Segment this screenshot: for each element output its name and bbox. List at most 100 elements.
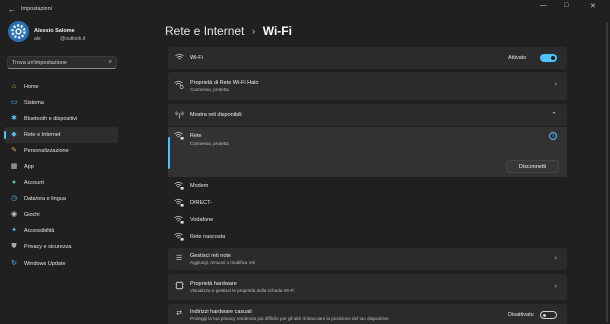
network-item[interactable]: Rete nascosta: [168, 229, 567, 246]
network-properties-card[interactable]: Proprietà di Rete Wi-Fi Halo Connessa, p…: [168, 72, 567, 100]
sidebar-item-rete-e-internet[interactable]: ◆ Rete e Internet: [4, 127, 118, 144]
sidebar-item-label: Personalizzazione: [24, 147, 69, 154]
antenna-icon: [174, 110, 184, 120]
connected-network-name: Rete: [190, 133, 202, 139]
wifi-secure-icon: [174, 198, 184, 208]
network-item[interactable]: DIRECT-: [168, 195, 567, 212]
wifi-label: Wi-Fi: [190, 55, 203, 61]
gear-avatar-icon: [8, 21, 29, 42]
hardware-properties-subtitle: Visualizza e gestisci le proprietà della…: [190, 288, 295, 293]
connected-network-card[interactable]: Rete Connessa, protetta i Disconnetti: [168, 127, 567, 177]
random-mac-title: Indirizzi hardware casuali: [190, 309, 252, 315]
wifi-secure-icon: [174, 215, 184, 225]
sidebar-item-giochi[interactable]: ◉ Giochi: [4, 208, 118, 224]
chevron-right-icon: ›: [554, 81, 557, 88]
wifi-properties-icon: [174, 80, 184, 90]
chevron-up-icon: ⌃: [551, 112, 557, 119]
random-mac-toggle[interactable]: [540, 311, 557, 319]
app-title: Impostazioni: [21, 6, 52, 12]
network-name: DIRECT-: [190, 200, 212, 206]
wifi-icon: [174, 53, 184, 63]
random-mac-state-label: Disattivato: [508, 312, 534, 318]
search-box[interactable]: ⌕: [7, 56, 117, 69]
network-properties-subtitle: Connessa, protetta: [190, 87, 229, 92]
sidebar-item-data-ora-e-lingua[interactable]: ◷ Data/ora e lingua: [4, 192, 118, 208]
sidebar-item-home[interactable]: ⌂ Home: [4, 79, 118, 95]
available-networks-header[interactable]: Mostra reti disponibili ⌃: [168, 104, 567, 126]
network-properties-title: Proprietà di Rete Wi-Fi Halo: [190, 80, 259, 86]
list-icon: ☰: [175, 255, 183, 262]
sidebar-item-label: Accessibilità: [24, 228, 55, 235]
maximize-button[interactable]: □: [564, 2, 568, 9]
hardware-properties-title: Proprietà hardware: [190, 281, 237, 287]
search-input[interactable]: [12, 59, 102, 67]
sidebar-item-label: Home: [24, 83, 39, 90]
sidebar-item-label: Data/ora e lingua: [24, 196, 66, 203]
back-arrow-icon[interactable]: ←: [8, 5, 16, 14]
random-mac-subtitle: Proteggi la tua privacy rendendo più dif…: [190, 316, 389, 321]
network-item[interactable]: Vodafone: [168, 212, 567, 229]
selection-indicator: [168, 137, 170, 169]
minimize-button[interactable]: —: [540, 2, 547, 9]
network-icon: ◆: [11, 130, 17, 138]
sidebar-item-app[interactable]: ▦ App: [4, 159, 118, 175]
network-name: Rete nascosta: [190, 234, 226, 240]
brush-icon: ✎: [11, 146, 17, 154]
home-icon: ⌂: [11, 82, 17, 90]
title-bar: ← Impostazioni — □ ✕: [0, 0, 610, 20]
sidebar-item-label: Account: [24, 180, 44, 187]
scrollbar[interactable]: [606, 22, 608, 322]
gamepad-icon: ◉: [10, 211, 18, 219]
sidebar-item-label: Privacy e sicurezza: [24, 244, 72, 251]
chip-icon: [174, 281, 184, 291]
random-arrows-icon: ⇄: [176, 310, 182, 317]
info-icon[interactable]: i: [549, 132, 557, 140]
manage-networks-card[interactable]: ☰ Gestisci reti note Aggiungi, rimuovi o…: [168, 248, 567, 270]
wifi-toggle-card[interactable]: Wi-Fi Attivato: [168, 47, 567, 69]
sidebar-item-personalizzazione[interactable]: ✎ Personalizzazione: [4, 143, 118, 159]
available-networks-title: Mostra reti disponibili: [190, 112, 242, 118]
breadcrumb: Rete e Internet › Wi-Fi: [165, 24, 292, 38]
wifi-secure-icon: [174, 232, 184, 242]
disconnect-button[interactable]: Disconnetti: [506, 160, 559, 173]
sidebar-item-label: Rete e Internet: [24, 131, 61, 138]
network-name: Vodafone: [190, 217, 214, 223]
hardware-properties-card[interactable]: Proprietà hardware Visualizza e gestisci…: [168, 274, 567, 300]
sidebar-item-windows-update[interactable]: ↻ Windows Update: [4, 256, 118, 272]
manage-networks-title: Gestisci reti note: [190, 253, 231, 259]
sidebar-item-account[interactable]: ● Account: [4, 176, 118, 192]
sidebar-nav: ⌂ Home ▭ Sistema ✱ Bluetooth e dispositivi ◆ Re…: [4, 79, 118, 272]
wifi-state-label: Attivato: [508, 55, 527, 61]
wifi-secure-icon: [174, 181, 184, 191]
sidebar-item-label: Bluetooth e dispositivi: [24, 115, 78, 122]
monitor-icon: ▭: [10, 98, 18, 106]
account-icon: ●: [11, 179, 17, 187]
chevron-right-icon: ›: [554, 255, 557, 262]
manage-networks-subtitle: Aggiungi, rimuovi o modifica reti: [190, 260, 256, 265]
search-icon[interactable]: ⌕: [109, 59, 112, 66]
bluetooth-icon: ✱: [11, 114, 17, 122]
page-title: Wi-Fi: [262, 24, 292, 38]
wifi-toggle[interactable]: [540, 54, 557, 62]
close-button[interactable]: ✕: [590, 2, 596, 10]
random-mac-card[interactable]: ⇄ Indirizzi hardware casuali Proteggi la…: [168, 304, 567, 324]
chevron-right-icon: ›: [554, 283, 557, 290]
user-email: ale @outlook.it: [34, 36, 86, 42]
sidebar-item-label: Windows Update: [24, 260, 66, 267]
sidebar-item-label: Sistema: [24, 99, 44, 106]
network-item[interactable]: Modem: [168, 178, 567, 195]
clock-globe-icon: ◷: [10, 195, 18, 203]
sidebar-item-privacy-e-sicurezza[interactable]: ⛊ Privacy e sicurezza: [4, 240, 118, 256]
sidebar-item-accessibilit[interactable]: ✦ Accessibilità: [4, 224, 118, 240]
sidebar-item-bluetooth-e-dispositivi[interactable]: ✱ Bluetooth e dispositivi: [4, 111, 118, 127]
network-name: Modem: [190, 183, 209, 189]
breadcrumb-separator: ›: [252, 26, 256, 36]
sidebar-item-sistema[interactable]: ▭ Sistema: [4, 95, 118, 111]
avatar[interactable]: [8, 21, 29, 42]
wifi-secure-icon: [174, 131, 184, 141]
breadcrumb-parent[interactable]: Rete e Internet: [165, 24, 244, 38]
update-icon: ↻: [11, 259, 17, 267]
connected-network-status: Connessa, protetta: [190, 141, 229, 146]
apps-icon: ▦: [10, 162, 18, 170]
shield-icon: ⛊: [11, 243, 17, 251]
